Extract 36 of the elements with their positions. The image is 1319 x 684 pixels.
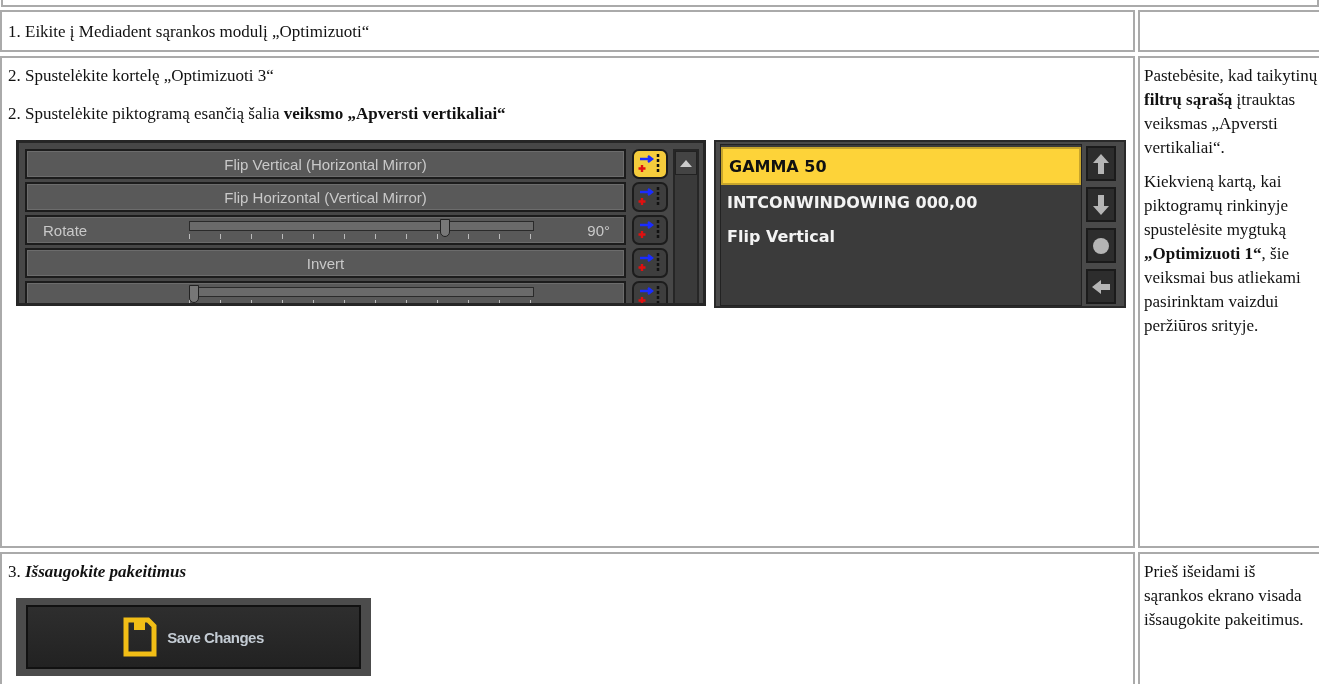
instruction-text: 2. Spustelėkite kortelę „Optimizuoti 3“ — [8, 65, 275, 87]
slider-track[interactable] — [189, 219, 534, 241]
action-list-item[interactable]: INTCONWINDOWING 000,00 — [721, 185, 1081, 219]
dot-icon — [1093, 237, 1109, 254]
move-down-button[interactable] — [1086, 187, 1116, 222]
arrow-up-icon — [1093, 153, 1109, 174]
instruction-text: 2. Spustelėkite piktogramą esančią šalia veiksmo „Apversti vertikaliai“ — [8, 103, 507, 125]
filter-button[interactable]: Flip Horizontal (Vertical Mirror) — [25, 182, 626, 212]
instruction-text: 1. Eikite į Mediadent sąrankos modulį „Optimizuoti“ — [8, 21, 371, 43]
arrow-plus-icon — [638, 285, 662, 303]
slider-thumb[interactable] — [189, 285, 199, 303]
arrow-down-icon — [1093, 194, 1109, 215]
note-text: Prieš išeidami iš sąrankos ekrano visada išsaugokite pakeitimus. — [1144, 561, 1305, 631]
arrow-plus-icon — [638, 186, 662, 208]
action-list-item[interactable]: Flip Vertical — [721, 219, 1081, 253]
filter-button[interactable]: Flip Vertical (Horizontal Mirror) — [25, 149, 626, 179]
arrow-plus-icon — [638, 153, 662, 175]
slider-value: 90° — [586, 221, 611, 239]
filter-button[interactable]: Invert — [25, 248, 626, 278]
note-text: Pastebėsite, kad taikytinų filtrų sąrašą įtrauktas veiksmas „Apversti vertikaliai“. — [1144, 65, 1319, 159]
scroll-up-button[interactable] — [675, 151, 697, 175]
back-button[interactable] — [1086, 269, 1116, 304]
add-filter-button[interactable] — [632, 149, 668, 179]
move-up-button[interactable] — [1086, 146, 1116, 181]
dot-button[interactable] — [1086, 228, 1116, 263]
save-changes-button[interactable]: Save Changes — [26, 605, 361, 669]
slider-thumb[interactable] — [440, 219, 451, 237]
slider-label: Rotate — [42, 221, 89, 239]
arrow-plus-icon — [638, 219, 662, 241]
step-title: 3. Išsaugokite pakeitimus — [8, 561, 188, 583]
note-text: Kiekvieną kartą, kai piktogramų rinkinyje spustelėsite mygtuką „Optimizuoti 1“, šie veiksmai bus atliekami pasirinktam vaizdui peržiūros srityje. — [1144, 171, 1302, 337]
triangle-up-icon — [680, 159, 692, 167]
action-list-item[interactable]: GAMMA 50 — [721, 147, 1081, 185]
slider-track[interactable] — [189, 285, 534, 303]
arrow-plus-icon — [638, 252, 662, 274]
arrow-left-icon — [1092, 279, 1110, 294]
